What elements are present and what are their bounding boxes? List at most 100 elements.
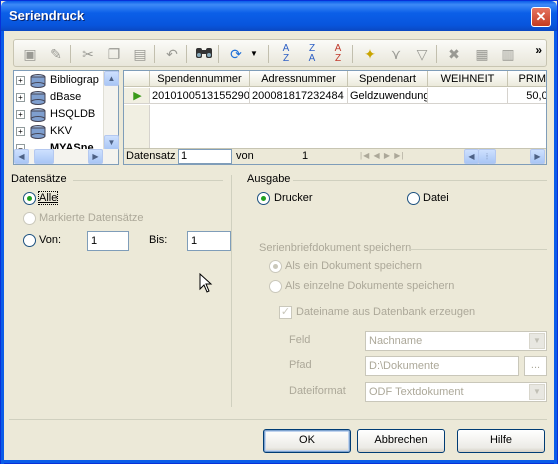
- record-count: 1: [302, 150, 309, 162]
- chevron-down-icon[interactable]: ▼: [529, 384, 545, 400]
- column-header-primw[interactable]: PRIMW: [508, 71, 546, 87]
- tree-item-dbase[interactable]: + dBase: [16, 90, 102, 106]
- all-records-radio[interactable]: [23, 192, 36, 205]
- table-cell[interactable]: Geldzuwendung: [348, 88, 428, 104]
- filename-from-db-checkbox[interactable]: ✓: [279, 306, 292, 319]
- range-radio[interactable]: [23, 234, 36, 247]
- data-grid[interactable]: Spendennummer Adressnummer Spendenart WE…: [123, 70, 547, 165]
- refresh-icon[interactable]: ⟳: [226, 44, 246, 64]
- database-icon: [30, 91, 46, 105]
- column-header-spendenart[interactable]: Spendenart: [348, 71, 428, 87]
- separate-documents-label[interactable]: Als einzelne Dokumente speichern: [285, 280, 454, 292]
- single-document-radio[interactable]: [269, 260, 282, 273]
- copy-icon[interactable]: ❐: [104, 44, 124, 64]
- tree-horizontal-scrollbar[interactable]: ◀ ▶: [14, 149, 118, 164]
- undo-icon[interactable]: ↶: [162, 44, 182, 64]
- column-header-spendennummer[interactable]: Spendennummer: [150, 71, 250, 87]
- output-group-label: Ausgabe: [245, 173, 293, 185]
- tree-vertical-scrollbar[interactable]: ▲ ▼: [103, 71, 119, 150]
- tree-item-hsqldb[interactable]: + HSQLDB: [16, 107, 102, 123]
- database-icon: [30, 74, 46, 88]
- scroll-down-icon[interactable]: ▼: [104, 135, 119, 150]
- columns-icon[interactable]: ▥: [498, 44, 518, 64]
- scroll-right-icon[interactable]: ▶: [530, 149, 545, 164]
- sort-descending-icon[interactable]: ZA: [302, 44, 322, 64]
- expand-icon[interactable]: +: [16, 76, 25, 85]
- file-radio[interactable]: [407, 192, 420, 205]
- delete-icon[interactable]: ✖: [444, 44, 464, 64]
- window-frame-left: [1, 31, 4, 464]
- vertical-divider: [231, 175, 232, 407]
- sort-descending-alt-icon[interactable]: AZ: [328, 44, 348, 64]
- single-document-label[interactable]: Als ein Dokument speichern: [285, 260, 422, 272]
- cut-icon[interactable]: ✂: [78, 44, 98, 64]
- browse-button[interactable]: ...: [524, 356, 547, 376]
- table-cell[interactable]: [428, 88, 508, 104]
- path-field[interactable]: D:\Dokumente: [365, 356, 519, 376]
- cancel-button[interactable]: Abbrechen: [357, 429, 445, 453]
- tree-item-label: Bibliograp: [50, 74, 99, 86]
- tree-item-kkv[interactable]: + KKV: [16, 124, 102, 140]
- expand-icon[interactable]: +: [16, 110, 25, 119]
- autofilter-icon[interactable]: ✦: [360, 44, 380, 64]
- chevron-down-icon[interactable]: ▼: [529, 333, 545, 349]
- toolbar: ▣ ✎ ✂ ❐ ▤ ↶ ⟳ ▼ AZ ZA AZ ✦ ⋎ ▽ ✖ ▦ ▥ »: [13, 39, 547, 67]
- record-number-field[interactable]: 1: [178, 149, 232, 164]
- printer-radio[interactable]: [257, 192, 270, 205]
- seriendruck-dialog: Seriendruck ✕ ▣ ✎ ✂ ❐ ▤ ↶ ⟳ ▼ AZ ZA AZ ✦…: [0, 0, 558, 464]
- sort-ascending-icon[interactable]: AZ: [276, 44, 296, 64]
- from-field[interactable]: 1: [87, 231, 129, 251]
- tree-item-bibliography[interactable]: + Bibliograp: [16, 73, 102, 89]
- field-label: Feld: [289, 334, 311, 346]
- file-format-label: Dateiformat: [289, 385, 346, 397]
- find-icon[interactable]: [194, 44, 214, 64]
- expand-icon[interactable]: +: [16, 127, 25, 136]
- scroll-thumb[interactable]: [34, 149, 54, 164]
- toolbar-separator: [268, 45, 269, 63]
- group-divider: [293, 180, 547, 181]
- standard-filter-icon[interactable]: ⋎: [386, 44, 406, 64]
- expand-icon[interactable]: +: [16, 93, 25, 102]
- all-records-label[interactable]: Alle: [37, 191, 59, 205]
- toolbar-separator: [352, 45, 353, 63]
- marked-records-label[interactable]: Markierte Datensätze: [39, 212, 144, 224]
- file-label[interactable]: Datei: [423, 192, 449, 204]
- column-header-adressnummer[interactable]: Adressnummer: [250, 71, 348, 87]
- save-icon[interactable]: ▣: [20, 44, 40, 64]
- table-cell[interactable]: 20101005131552906: [150, 88, 250, 104]
- filter-icon[interactable]: ▽: [412, 44, 432, 64]
- paste-icon[interactable]: ▤: [130, 44, 150, 64]
- scroll-left-icon[interactable]: ◀: [464, 149, 479, 164]
- scroll-thumb[interactable]: ⦙: [478, 149, 496, 164]
- table-cell[interactable]: 200081817232484: [250, 88, 348, 104]
- table-cell[interactable]: 50,00 €: [508, 88, 546, 104]
- marked-records-radio[interactable]: [23, 212, 36, 225]
- filename-from-db-label[interactable]: Dateiname aus Datenbank erzeugen: [296, 306, 475, 318]
- scroll-up-icon[interactable]: ▲: [104, 71, 119, 86]
- toolbar-more-icon[interactable]: »: [535, 43, 542, 57]
- separate-documents-radio[interactable]: [269, 280, 282, 293]
- toolbar-separator: [218, 45, 219, 63]
- from-label[interactable]: Von:: [39, 234, 61, 246]
- database-icon: [30, 125, 46, 139]
- to-label: Bis:: [149, 234, 168, 246]
- scroll-left-icon[interactable]: ◀: [14, 149, 29, 164]
- to-field[interactable]: 1: [187, 231, 231, 251]
- file-format-combobox[interactable]: ODF Textdokument ▼: [365, 382, 547, 402]
- column-header-weihneit[interactable]: WEIHNEIT: [428, 71, 508, 87]
- title-bar[interactable]: Seriendruck ✕: [1, 1, 557, 31]
- edit-icon[interactable]: ✎: [46, 44, 66, 64]
- scroll-right-icon[interactable]: ▶: [88, 149, 103, 164]
- ok-button[interactable]: OK: [263, 429, 351, 453]
- table-icon[interactable]: ▦: [472, 44, 492, 64]
- save-document-group-label: Serienbriefdokument speichern: [257, 242, 414, 254]
- path-label: Pfad: [289, 359, 312, 371]
- printer-label[interactable]: Drucker: [274, 192, 313, 204]
- datasource-tree[interactable]: + Bibliograp + dBase + HSQLDB + KKV − MY…: [13, 70, 119, 165]
- field-combobox[interactable]: Nachname ▼: [365, 331, 547, 351]
- window-frame-bottom: [1, 460, 557, 463]
- close-button[interactable]: ✕: [531, 7, 551, 27]
- record-nav-buttons-icon[interactable]: |◀ ◀ ▶ ▶|: [360, 151, 404, 160]
- help-button[interactable]: Hilfe: [457, 429, 545, 453]
- refresh-dropdown-icon[interactable]: ▼: [244, 44, 264, 64]
